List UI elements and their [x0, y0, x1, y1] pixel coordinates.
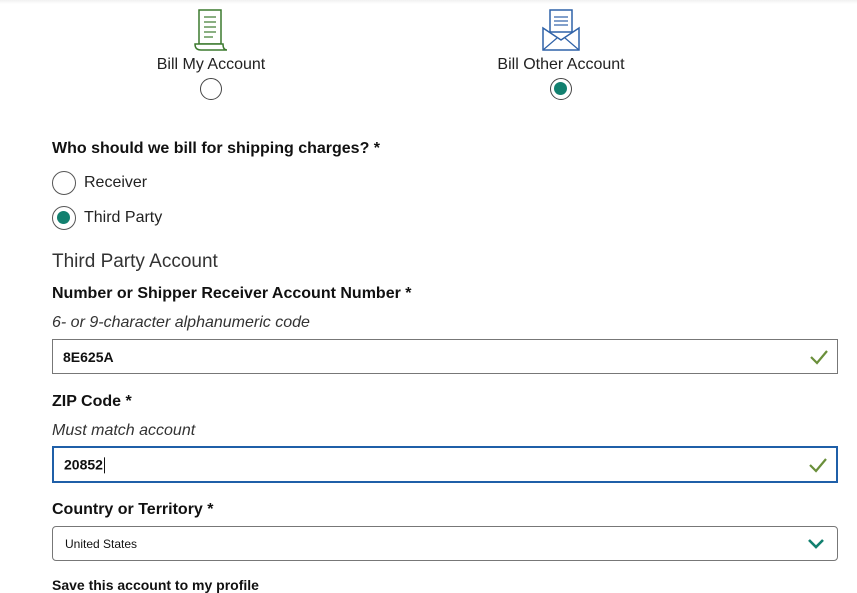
bill-my-account-option[interactable]: Bill My Account	[101, 8, 321, 100]
bill-other-account-radio[interactable]	[550, 78, 572, 100]
zip-code-help: Must match account	[52, 422, 196, 439]
country-select[interactable]: United States	[52, 526, 838, 561]
bill-other-account-label: Bill Other Account	[497, 56, 625, 73]
third-party-radio[interactable]	[52, 206, 76, 230]
receiver-radio[interactable]	[52, 171, 76, 195]
receiver-label: Receiver	[84, 174, 148, 191]
third-party-radio-option[interactable]: Third Party	[52, 206, 162, 230]
third-party-label: Third Party	[84, 209, 163, 226]
text-caret	[103, 457, 105, 474]
country-label: Country or Territory *	[52, 501, 214, 518]
third-party-section-title: Third Party Account	[52, 251, 218, 272]
receiver-radio-option[interactable]: Receiver	[52, 171, 147, 195]
valid-check-icon	[809, 457, 827, 473]
bill-my-account-radio[interactable]	[200, 78, 222, 100]
account-number-value: 8E625A	[63, 348, 114, 365]
account-number-label: Number or Shipper Receiver Account Numbe…	[52, 285, 412, 302]
bill-my-account-label: Bill My Account	[156, 56, 266, 73]
country-select-value: United States	[65, 536, 138, 551]
zip-code-label: ZIP Code *	[52, 393, 132, 410]
envelope-letter-icon	[542, 9, 580, 51]
zip-code-value: 20852	[64, 455, 103, 472]
receipt-icon	[194, 9, 228, 51]
who-to-bill-question: Who should we bill for shipping charges?…	[52, 140, 381, 157]
account-number-input[interactable]: 8E625A	[52, 339, 838, 374]
top-shadow	[0, 0, 857, 4]
save-account-label[interactable]: Save this account to my profile	[52, 577, 259, 593]
bill-other-account-option[interactable]: Bill Other Account	[451, 8, 671, 100]
valid-check-icon	[810, 349, 828, 365]
chevron-down-icon	[808, 538, 824, 549]
account-number-help: 6- or 9-character alphanumeric code	[52, 314, 310, 331]
zip-code-input[interactable]: 20852	[52, 446, 838, 483]
